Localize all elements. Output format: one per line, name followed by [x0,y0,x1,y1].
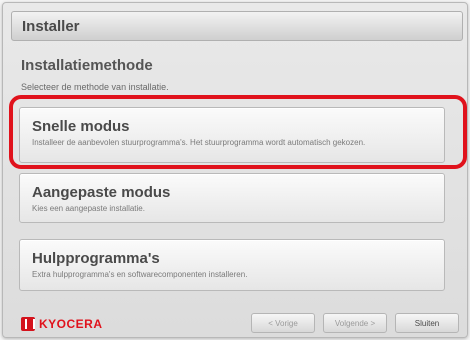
title-bar: Installer [11,11,463,41]
installer-window: Installer Installatiemethode Selecteer d… [2,2,468,338]
option-description: Kies een aangepaste installatie. [32,204,145,213]
close-button[interactable]: Sluiten [395,313,459,333]
window-title: Installer [22,18,80,35]
page-heading: Installatiemethode [21,57,153,74]
brand-name: KYOCERA [39,317,103,331]
option-title: Snelle modus [32,118,130,135]
option-title: Aangepaste modus [32,184,171,201]
custom-mode-option[interactable]: Aangepaste modus Kies een aangepaste ins… [19,173,445,223]
page-subheading: Selecteer de methode van installatie. [21,82,169,92]
express-mode-option[interactable]: Snelle modus Installeer de aanbevolen st… [19,107,445,163]
option-description: Extra hulpprogramma's en softwarecompone… [32,270,248,279]
option-description: Installeer de aanbevolen stuurprogramma'… [32,138,366,147]
next-button[interactable]: Volgende > [323,313,387,333]
footer: KYOCERA < Vorige Volgende > Sluiten [11,305,463,335]
kyocera-logo: KYOCERA [21,315,103,333]
back-button[interactable]: < Vorige [251,313,315,333]
kyocera-mark-icon [21,317,35,331]
option-title: Hulpprogramma's [32,250,160,267]
utilities-option[interactable]: Hulpprogramma's Extra hulpprogramma's en… [19,239,445,291]
